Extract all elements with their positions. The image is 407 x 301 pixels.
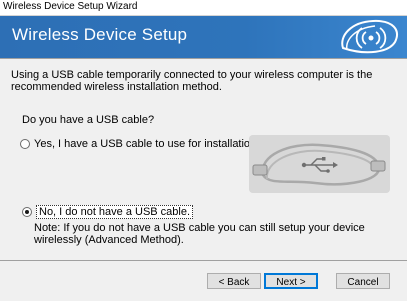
footer-divider — [0, 260, 407, 261]
window-title: Wireless Device Setup Wizard — [3, 1, 138, 12]
header-divider — [0, 58, 407, 59]
note-text: Note: If you do not have a USB cable you… — [34, 222, 365, 246]
page-title: Wireless Device Setup — [12, 25, 188, 44]
radio-yes-indicator[interactable] — [20, 139, 30, 149]
radio-yes-label[interactable]: Yes, I have a USB cable to use for insta… — [34, 138, 259, 150]
question-text: Do you have a USB cable? — [22, 114, 155, 126]
usb-cable-icon — [249, 135, 390, 193]
radio-no-indicator[interactable] — [22, 207, 32, 217]
radio-no-label[interactable]: No, I do not have a USB cable. — [36, 205, 194, 219]
wizard-header: Wireless Device Setup — [0, 16, 407, 58]
next-button[interactable]: Next > — [264, 273, 318, 289]
wireless-signal-icon — [341, 19, 398, 54]
back-button[interactable]: < Back — [207, 273, 261, 289]
radio-option-yes[interactable]: Yes, I have a USB cable to use for insta… — [20, 138, 259, 150]
radio-option-no[interactable]: No, I do not have a USB cable. — [22, 205, 194, 219]
cancel-button[interactable]: Cancel — [336, 273, 390, 289]
intro-text: Using a USB cable temporarily connected … — [11, 69, 373, 93]
title-bar: Wireless Device Setup Wizard — [0, 0, 407, 16]
